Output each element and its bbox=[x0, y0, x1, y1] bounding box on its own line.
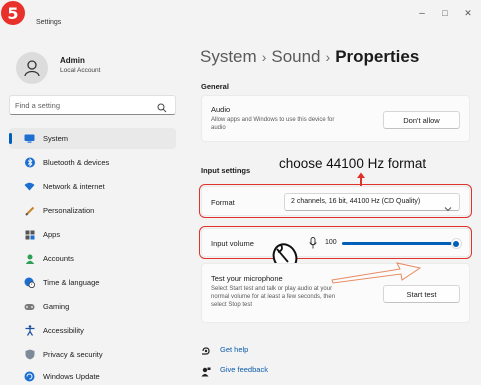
bluetooth-icon bbox=[24, 157, 35, 168]
test-microphone-desc-line3: select Stop test bbox=[211, 302, 253, 308]
breadcrumb-separator: › bbox=[261, 49, 267, 65]
minimize-button[interactable]: – bbox=[412, 8, 432, 19]
profile-name: Admin bbox=[60, 56, 85, 65]
sidebar-item-label: Accessibility bbox=[43, 326, 84, 335]
give-feedback-link[interactable]: Give feedback bbox=[220, 365, 268, 374]
title-bar: 5 Settings – □ ✕ bbox=[0, 0, 481, 34]
audio-card: Audio Allow apps and Windows to use this… bbox=[201, 95, 470, 142]
page-title: Properties bbox=[335, 47, 420, 66]
accessibility-icon bbox=[24, 325, 35, 336]
sidebar-item-gaming[interactable]: Gaming bbox=[9, 296, 176, 317]
breadcrumb: System › Sound › Properties bbox=[200, 47, 419, 67]
breadcrumb-system[interactable]: System bbox=[200, 47, 257, 66]
wifi-icon bbox=[24, 181, 35, 192]
sidebar-item-apps[interactable]: Apps bbox=[9, 224, 176, 245]
input-volume-highlight-outline bbox=[199, 226, 472, 259]
breadcrumb-sound[interactable]: Sound bbox=[271, 47, 320, 66]
audio-description-line1: Allow apps and Windows to use this devic… bbox=[211, 117, 335, 123]
audio-title: Audio bbox=[211, 105, 231, 114]
get-help-link[interactable]: Get help bbox=[220, 345, 248, 354]
system-monitor-icon bbox=[24, 133, 35, 144]
settings-window: 5 Settings – □ ✕ Admin Local Account Fin… bbox=[0, 0, 481, 385]
avatar[interactable] bbox=[16, 52, 48, 84]
feedback-icon bbox=[201, 364, 211, 377]
sidebar-item-accessibility[interactable]: Accessibility bbox=[9, 320, 176, 341]
sidebar-item-network[interactable]: Network & internet bbox=[9, 176, 176, 197]
sidebar-item-label: Accounts bbox=[43, 254, 74, 263]
annotation-text: choose 44100 Hz format bbox=[279, 156, 427, 171]
sidebar-item-privacy-security[interactable]: Privacy & security bbox=[9, 344, 176, 365]
format-highlight-outline bbox=[199, 184, 472, 218]
sidebar-item-label: Apps bbox=[43, 230, 61, 239]
maximize-button[interactable]: □ bbox=[435, 8, 455, 18]
test-microphone-desc-line1: Select Start test and talk or play audio… bbox=[211, 286, 333, 292]
sidebar-item-windows-update[interactable]: Windows Update bbox=[9, 366, 176, 385]
close-button[interactable]: ✕ bbox=[458, 8, 478, 19]
active-indicator bbox=[9, 133, 12, 144]
update-icon bbox=[24, 371, 35, 382]
sidebar-item-label: Network & internet bbox=[43, 182, 105, 191]
app-title: Settings bbox=[36, 19, 62, 26]
brush-icon bbox=[24, 205, 35, 216]
search-placeholder: Find a setting bbox=[15, 101, 61, 110]
sidebar-item-system[interactable]: System bbox=[9, 128, 176, 149]
general-heading: General bbox=[201, 82, 229, 91]
get-help-icon bbox=[201, 344, 211, 355]
test-microphone-desc-line2: normal volume for at least a few seconds… bbox=[211, 294, 336, 300]
sidebar-item-label: Bluetooth & devices bbox=[43, 158, 110, 167]
apps-icon bbox=[24, 229, 35, 240]
profile-account-type: Local Account bbox=[60, 67, 101, 74]
dont-allow-button[interactable]: Don't allow bbox=[383, 111, 460, 129]
sidebar-item-label: Privacy & security bbox=[43, 350, 103, 359]
sidebar-item-label: Windows Update bbox=[43, 372, 100, 381]
test-microphone-title: Test your microphone bbox=[211, 274, 283, 283]
gamepad-icon bbox=[24, 301, 35, 312]
shield-icon bbox=[24, 349, 35, 360]
sidebar-item-label: Gaming bbox=[43, 302, 70, 311]
breadcrumb-separator: › bbox=[325, 49, 331, 65]
audio-description-line2: audio bbox=[211, 125, 226, 131]
step-number-badge: 5 bbox=[1, 1, 25, 25]
person-icon bbox=[24, 60, 40, 77]
sidebar-item-bluetooth[interactable]: Bluetooth & devices bbox=[9, 152, 176, 173]
input-settings-heading: Input settings bbox=[201, 166, 251, 175]
search-input[interactable]: Find a setting bbox=[9, 95, 176, 115]
sidebar-item-personalization[interactable]: Personalization bbox=[9, 200, 176, 221]
sidebar-item-time-language[interactable]: Time & language bbox=[9, 272, 176, 293]
sidebar-item-label: System bbox=[43, 134, 69, 143]
sidebar-item-label: Time & language bbox=[43, 278, 100, 287]
sidebar-item-accounts[interactable]: Accounts bbox=[9, 248, 176, 269]
accounts-icon bbox=[24, 253, 35, 264]
annotation-hollow-arrow-icon bbox=[331, 262, 422, 284]
start-test-button[interactable]: Start test bbox=[383, 285, 460, 303]
sidebar-item-label: Personalization bbox=[43, 206, 95, 215]
globe-clock-icon bbox=[24, 277, 35, 288]
search-icon bbox=[157, 100, 167, 118]
